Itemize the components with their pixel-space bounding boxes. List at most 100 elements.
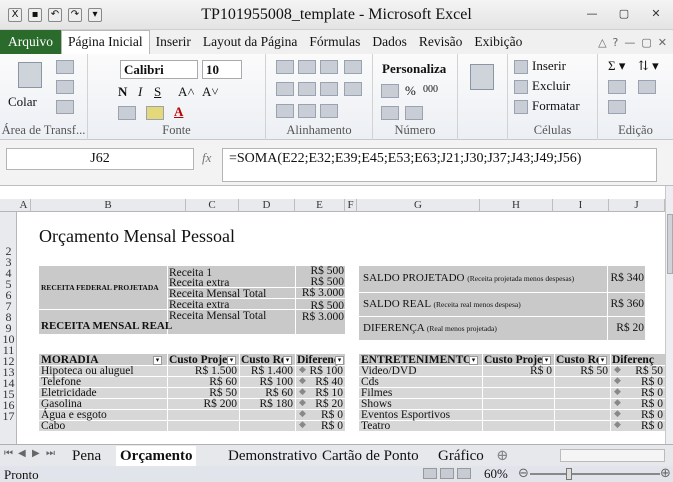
font-name-select[interactable]: Calibri (120, 60, 198, 79)
zoom-in-icon[interactable]: ⊕ (660, 466, 671, 481)
font-size-select[interactable]: 10 (202, 60, 242, 79)
number-format-select[interactable]: Personaliza (379, 60, 453, 79)
housing-proj[interactable]: R$ 200 (169, 398, 237, 410)
paste-button[interactable]: Colar (8, 94, 37, 110)
worksheet[interactable]: Orçamento Mensal Pessoal RECEITA FEDERAL… (17, 212, 665, 444)
paste-icon[interactable] (18, 62, 42, 88)
tab-formulas[interactable]: Fórmulas (303, 31, 366, 54)
page-break-view-icon[interactable] (457, 468, 471, 479)
tab-exibicao[interactable]: Exibição (468, 31, 528, 54)
cut-icon[interactable] (56, 60, 74, 74)
merge-cells-icon[interactable] (344, 82, 362, 96)
shrink-font-button[interactable]: A˅ (202, 84, 219, 100)
align-center-icon[interactable] (298, 82, 316, 96)
underline-button[interactable]: S (154, 84, 161, 100)
styles-icon[interactable] (470, 64, 494, 90)
fill-icon[interactable] (608, 80, 626, 94)
copy-icon[interactable] (56, 80, 74, 94)
column-header[interactable]: I (553, 199, 609, 212)
autosum-button[interactable]: Σ ▾ (608, 58, 625, 74)
orientation-icon[interactable] (320, 104, 338, 118)
tab-inserir[interactable]: Inserir (150, 31, 197, 54)
sheet-tab-demonstrativo[interactable]: Demonstrativo (228, 446, 317, 466)
align-bottom-icon[interactable] (320, 60, 338, 74)
borders-icon[interactable] (118, 106, 136, 120)
zoom-out-icon[interactable]: ⊖ (518, 466, 529, 481)
zoom-slider-thumb[interactable] (566, 468, 572, 480)
maximize-icon[interactable]: ▢ (615, 5, 633, 23)
insert-function-icon[interactable]: fx (202, 150, 211, 166)
tab-arquivo[interactable]: Arquivo (0, 30, 61, 54)
column-header[interactable]: C (186, 199, 239, 212)
income-value[interactable]: R$ 3.000 (296, 287, 344, 299)
prev-sheet-icon[interactable]: ◀ (18, 448, 26, 459)
close-icon[interactable]: ✕ (647, 5, 665, 23)
tab-dados[interactable]: Dados (366, 31, 413, 54)
page-layout-view-icon[interactable] (440, 468, 454, 479)
vertical-scroll-thumb[interactable] (667, 214, 673, 274)
last-sheet-icon[interactable]: ⏭ (46, 448, 55, 459)
name-box[interactable]: J62 (6, 148, 194, 170)
column-header[interactable]: B (31, 199, 186, 212)
vertical-scrollbar[interactable] (665, 186, 673, 448)
decrease-indent-icon[interactable] (276, 104, 294, 118)
find-select-icon[interactable] (638, 80, 656, 94)
help-icon[interactable]: ? (613, 36, 619, 49)
zoom-level[interactable]: 60% (484, 466, 508, 482)
increase-indent-icon[interactable] (298, 104, 316, 118)
sheet-tab-grafico[interactable]: Gráfico (438, 446, 484, 466)
housing-diff[interactable]: R$ 0 (307, 420, 343, 432)
zoom-slider[interactable] (530, 473, 660, 475)
formula-input[interactable]: =SOMA(E22;E32;E39;E45;E53;E63;J21;J30;J3… (222, 148, 657, 182)
italic-button[interactable]: I (138, 84, 142, 100)
filter-dropdown[interactable]: ▾ (153, 354, 162, 366)
font-color-button[interactable]: A (174, 104, 183, 120)
grow-font-button[interactable]: A˄ (178, 84, 195, 100)
minimize-ribbon-icon[interactable]: △ (598, 36, 606, 49)
insert-sheet-icon[interactable]: ⊕ (496, 446, 509, 466)
clear-icon[interactable] (608, 100, 626, 114)
ent-diff[interactable]: R$ 0 (622, 420, 663, 432)
column-header[interactable]: J (609, 199, 665, 212)
format-button[interactable]: Formatar (532, 98, 580, 114)
row-header[interactable]: 17 (0, 409, 17, 424)
ent-real[interactable]: R$ 50 (556, 365, 608, 377)
column-header[interactable]: H (480, 199, 553, 212)
horizontal-scrollbar[interactable] (560, 449, 665, 462)
tab-layout[interactable]: Layout da Página (197, 31, 303, 54)
decrease-decimal-icon[interactable] (405, 106, 423, 120)
balance-value[interactable]: R$ 340 (608, 272, 644, 284)
column-header[interactable]: D (239, 199, 295, 212)
sheet-tab-orcamento[interactable]: Orçamento (116, 446, 197, 466)
income-name[interactable]: Receita Mensal Total (169, 310, 266, 322)
column-header[interactable]: F (345, 199, 357, 212)
window-minimize-icon[interactable]: — (624, 36, 635, 49)
column-header[interactable]: G (357, 199, 480, 212)
wrap-text-icon[interactable] (344, 60, 362, 74)
format-painter-icon[interactable] (56, 100, 74, 114)
align-top-icon[interactable] (276, 60, 294, 74)
balance-value[interactable]: R$ 360 (608, 298, 644, 310)
sheet-tab-cartao[interactable]: Cartão de Ponto (322, 446, 419, 466)
minimize-icon[interactable]: — (583, 5, 601, 23)
sheet-tab-pena[interactable]: Pena (72, 446, 101, 466)
next-sheet-icon[interactable]: ▶ (32, 448, 40, 459)
window-restore-icon[interactable]: ▢ (641, 36, 651, 49)
ent-item[interactable]: Teatro (361, 420, 390, 432)
sort-filter-button[interactable]: ⇅ ▾ (638, 58, 659, 74)
normal-view-icon[interactable] (423, 468, 437, 479)
column-header[interactable]: E (295, 199, 345, 212)
increase-decimal-icon[interactable] (381, 106, 399, 120)
delete-button[interactable]: Excluir (532, 78, 570, 94)
percent-button[interactable]: % (405, 83, 416, 99)
tab-revisao[interactable]: Revisão (413, 31, 469, 54)
align-left-icon[interactable] (276, 82, 294, 96)
align-right-icon[interactable] (320, 82, 338, 96)
tab-pagina-inicial[interactable]: Página Inicial (61, 30, 150, 54)
ent-proj[interactable]: R$ 0 (484, 365, 552, 377)
align-middle-icon[interactable] (298, 60, 316, 74)
housing-real[interactable]: R$ 180 (241, 398, 293, 410)
filter-dropdown[interactable]: ▾ (469, 354, 478, 366)
thousands-button[interactable]: 000 (423, 84, 438, 95)
bold-button[interactable]: N (118, 84, 127, 100)
